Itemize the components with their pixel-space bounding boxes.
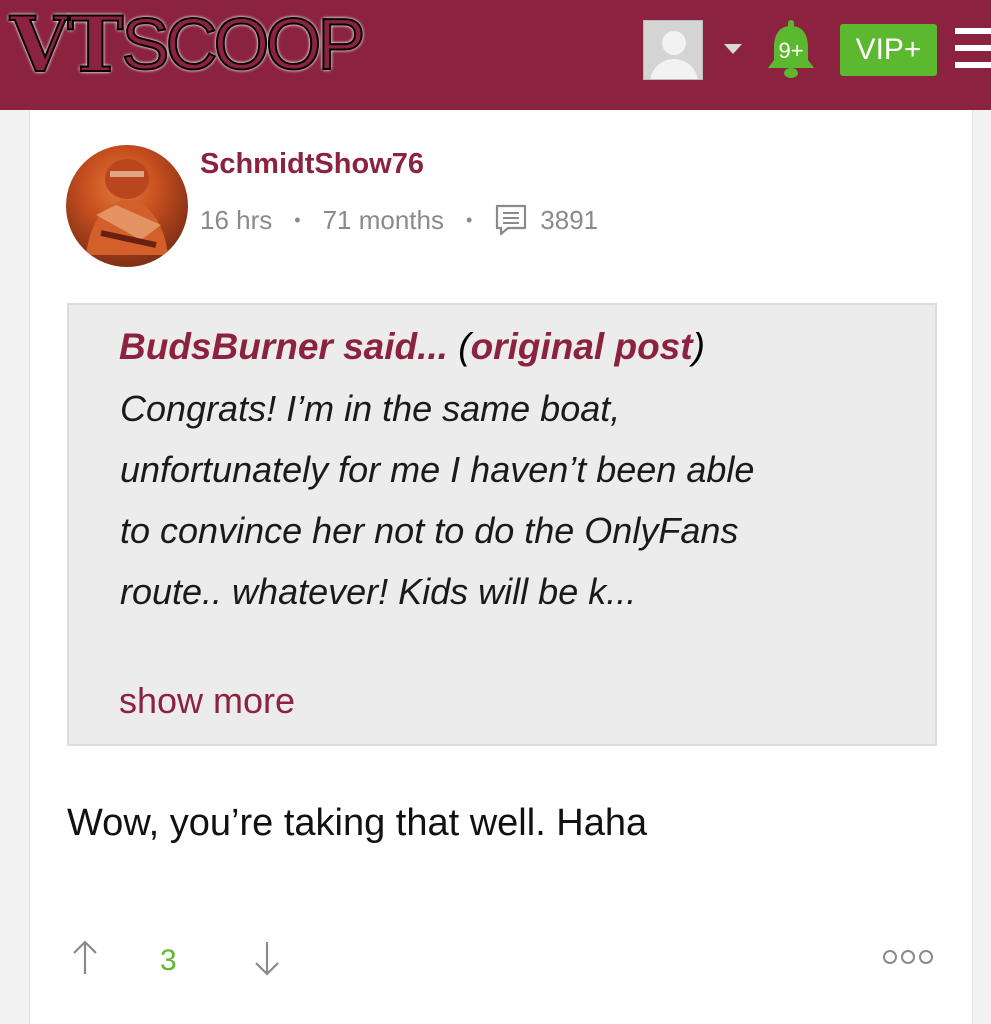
downvote-arrow-icon[interactable] <box>252 938 282 978</box>
avatar-head-shape <box>662 31 686 55</box>
site-logo[interactable]: VT SCOOP <box>9 0 367 89</box>
hamburger-menu-icon[interactable] <box>955 28 991 68</box>
quote-line: to convince her not to do the OnlyFans <box>120 510 739 551</box>
notification-count: 9+ <box>778 38 804 63</box>
post-count: 3891 <box>540 204 599 235</box>
quote-paren-open: ( <box>458 326 471 367</box>
logo-scoop: SCOOP <box>121 5 367 85</box>
more-options-icon[interactable] <box>882 948 934 966</box>
separator-dot: • <box>465 209 473 230</box>
avatar-body-shape <box>650 59 698 79</box>
post-meta: 16 hrs • 71 months • 3891 <box>200 202 598 238</box>
member-age: 71 months <box>322 204 444 235</box>
quote-line: route.. whatever! Kids will be k... <box>120 571 637 612</box>
logo-vt: VT <box>9 0 125 89</box>
poster-username[interactable]: SchmidtShow76 <box>200 148 424 181</box>
chevron-down-icon[interactable] <box>724 44 742 54</box>
poster-avatar[interactable] <box>66 145 188 267</box>
vip-button[interactable]: VIP+ <box>840 24 937 76</box>
quote-paren-close: ) <box>692 326 705 367</box>
quote-header: BudsBurner said... (original post) <box>119 326 705 368</box>
comment-icon <box>496 204 527 236</box>
original-post-link[interactable]: original post <box>471 326 693 367</box>
vote-count: 3 <box>160 944 177 977</box>
quote-author[interactable]: BudsBurner said... <box>119 326 458 367</box>
post-body: Wow, you’re taking that well. Haha <box>67 802 648 844</box>
separator-dot: • <box>294 209 301 230</box>
football-player-avatar-image <box>86 159 168 255</box>
upvote-arrow-icon[interactable] <box>70 938 100 978</box>
user-avatar-button[interactable] <box>643 20 703 80</box>
post-time: 16 hrs <box>200 204 273 235</box>
site-header: VT SCOOP 9+ VIP+ <box>0 0 991 110</box>
notifications-button[interactable]: 9+ <box>764 18 818 80</box>
show-more-link[interactable]: show more <box>119 680 295 722</box>
quote-line: unfortunately for me I haven’t been able <box>120 449 755 490</box>
quote-line: Congrats! I’m in the same boat, <box>120 388 621 429</box>
